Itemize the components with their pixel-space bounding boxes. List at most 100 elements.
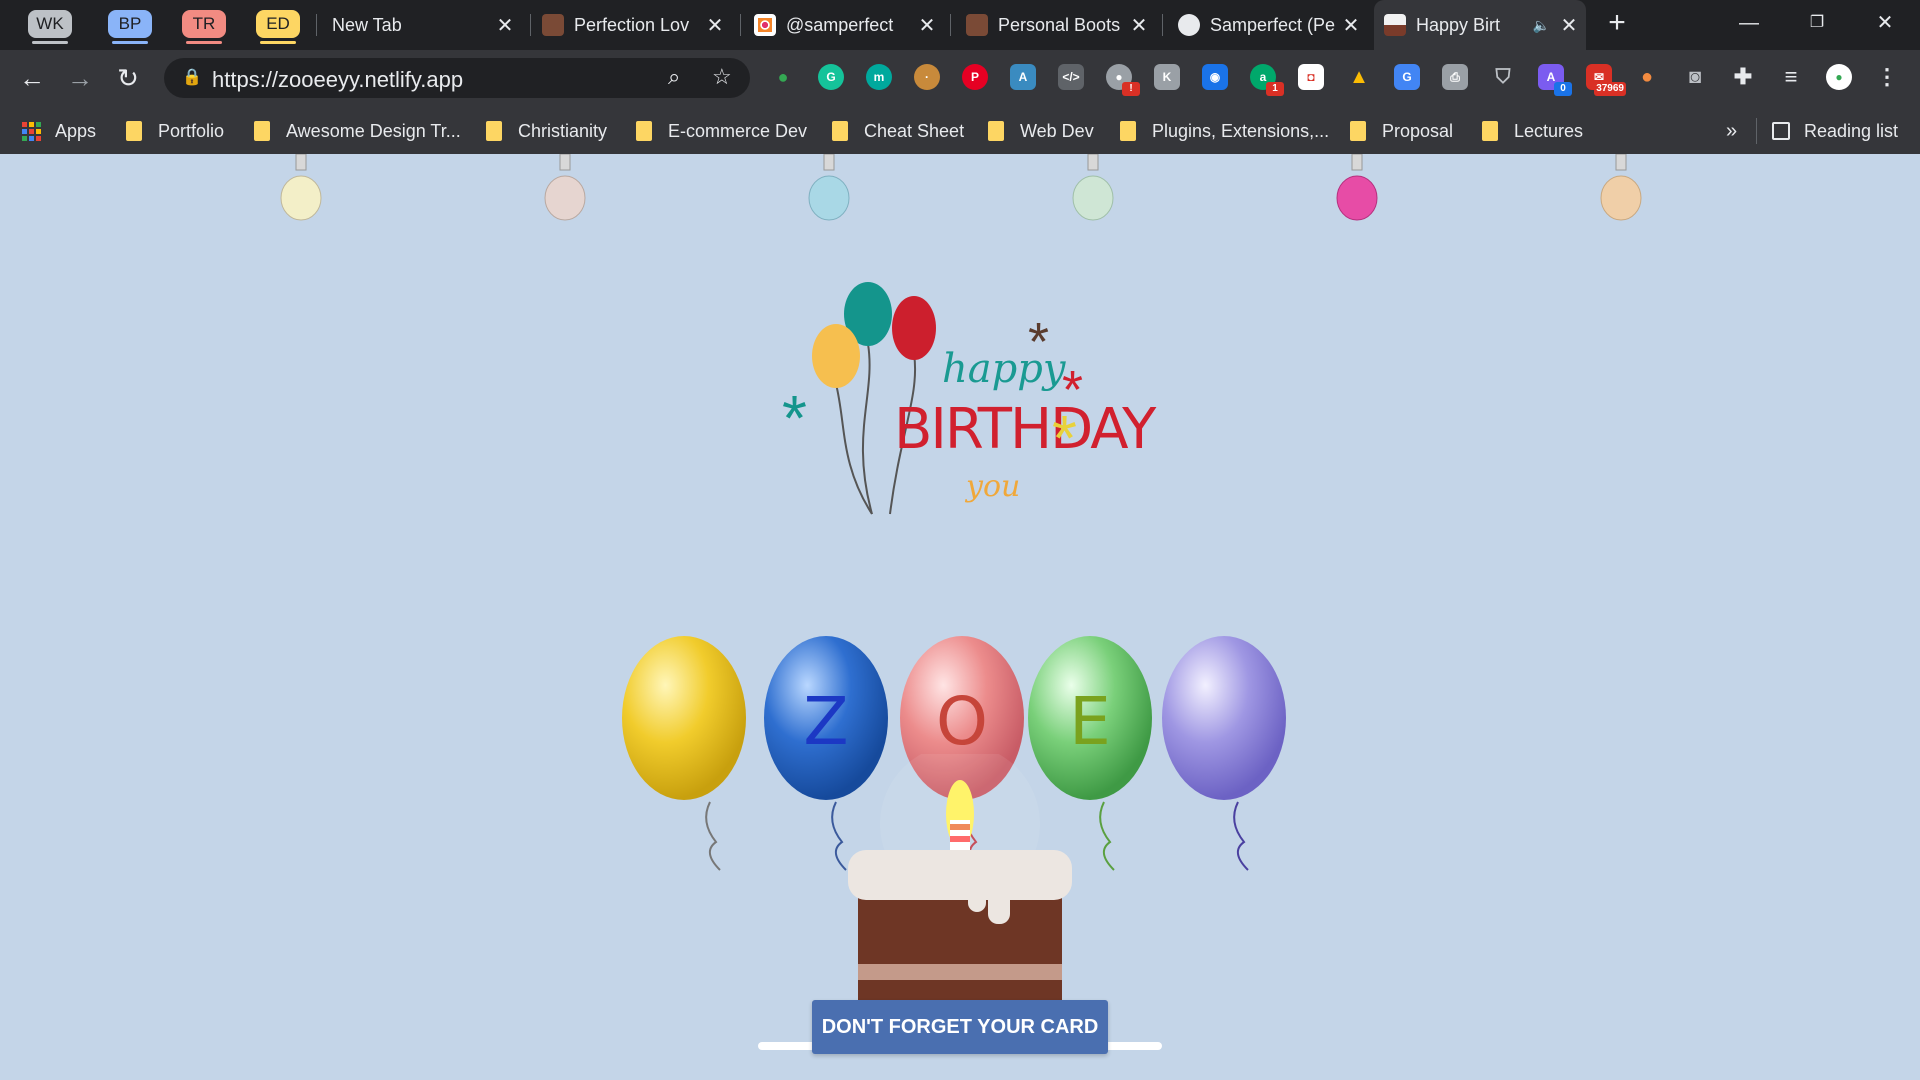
close-icon[interactable]: ✕ <box>704 13 726 38</box>
reload-icon[interactable]: ↻ <box>112 62 144 94</box>
extensions-puzzle-icon[interactable]: ✚ <box>1730 64 1756 90</box>
balloon-purple <box>1162 636 1286 871</box>
tab-title: New Tab <box>332 14 402 35</box>
code-icon[interactable]: </> <box>1058 64 1084 90</box>
asterisk-decoration: * <box>1052 402 1077 474</box>
tab-title: @samperfect <box>786 14 894 35</box>
folder-icon <box>1350 121 1366 141</box>
bookmark-label: Proposal <box>1382 120 1454 141</box>
zoom-icon[interactable]: ⌕ <box>668 64 680 90</box>
bookmark-folder[interactable]: Lectures <box>1482 118 1583 144</box>
badge: ! <box>1122 82 1140 96</box>
cake-icon <box>1384 14 1406 36</box>
tab-group-ed[interactable]: ED <box>256 10 300 44</box>
light-bulb-icon <box>544 154 586 221</box>
tab-group-wk[interactable]: WK <box>28 10 72 44</box>
camera-icon[interactable]: ◙ <box>1682 64 1708 90</box>
light-bulb-icon <box>1072 154 1114 221</box>
profile-photo-icon <box>966 14 988 36</box>
shield-icon[interactable]: ⛉ <box>1490 64 1516 90</box>
folder-icon <box>832 121 848 141</box>
card-button[interactable]: DON'T FORGET YOUR CARD <box>812 1000 1108 1054</box>
bookmark-folder[interactable]: E-commerce Dev <box>636 118 807 144</box>
extension-a-purple-icon[interactable]: A0 <box>1538 64 1572 96</box>
new-tab-button[interactable]: + <box>1594 6 1640 40</box>
tab-happy-birthday[interactable]: Happy Birt 🔈 ✕ <box>1374 0 1586 50</box>
tab-title: Samperfect (Pe <box>1210 14 1336 35</box>
asterisk-decoration: * <box>782 382 807 454</box>
location-icon[interactable]: ◉ <box>1202 64 1228 90</box>
extension-a-icon[interactable]: A <box>1010 64 1036 90</box>
cookie-icon[interactable]: · <box>914 64 940 90</box>
bookmark-folder[interactable]: Christianity <box>486 118 607 144</box>
pinterest-icon[interactable]: P <box>962 64 988 90</box>
reading-list-icon <box>1772 122 1790 140</box>
bookmark-label: Reading list <box>1804 120 1899 141</box>
light-bulb-icon <box>1336 154 1378 221</box>
bookmark-apps[interactable]: Apps <box>22 118 96 144</box>
extension-a-green-icon[interactable]: a1 <box>1250 64 1284 96</box>
balloon-letter-z: Z <box>803 683 848 760</box>
grammarly-icon[interactable]: G <box>818 64 844 90</box>
extension-record-icon[interactable]: ●! <box>1106 64 1140 96</box>
minimize-button[interactable]: — <box>1726 6 1772 40</box>
bookmark-label: Plugins, Extensions,... <box>1152 120 1330 141</box>
bookmark-folder[interactable]: Cheat Sheet <box>832 118 964 144</box>
extension-k-icon[interactable]: K <box>1154 64 1180 90</box>
address-bar[interactable]: 🔒 https://zooeeyy.netlify.app ⌕ ☆ <box>164 58 750 98</box>
bookmark-folder[interactable]: Awesome Design Tr... <box>254 118 461 144</box>
pocket-icon[interactable]: ◘ <box>1298 64 1324 90</box>
tab-group-bp[interactable]: BP <box>108 10 152 44</box>
print-icon[interactable]: ⎙ <box>1442 64 1468 90</box>
tab-group-label: WK <box>36 14 64 33</box>
badge: 37969 <box>1594 82 1626 96</box>
menu-dots-icon[interactable]: ⋮ <box>1874 64 1900 90</box>
tab-personal-boots[interactable]: Personal Boots ✕ <box>956 6 1156 44</box>
tab-perfection[interactable]: Perfection Lov ✕ <box>532 6 732 44</box>
speaker-muted-icon[interactable]: 🔈 <box>1533 17 1550 34</box>
extension-drop-icon[interactable]: ● <box>1634 64 1660 90</box>
bookmark-star-icon[interactable]: ☆ <box>712 64 732 90</box>
close-icon[interactable]: ✕ <box>1340 13 1362 38</box>
bookmark-folder[interactable]: Proposal <box>1350 118 1453 144</box>
bookmark-folder[interactable]: Web Dev <box>988 118 1094 144</box>
badge: 0 <box>1554 82 1572 96</box>
url-text[interactable]: https://zooeeyy.netlify.app <box>212 67 463 93</box>
instagram-icon <box>754 14 776 36</box>
balloon-letter-o: O <box>936 683 988 760</box>
restore-button[interactable]: ❐ <box>1794 6 1840 40</box>
close-icon[interactable]: ✕ <box>1558 13 1580 38</box>
close-icon[interactable]: ✕ <box>494 13 516 38</box>
more-bookmarks-button[interactable]: » <box>1726 118 1737 144</box>
bookmark-folder[interactable]: Plugins, Extensions,... <box>1120 118 1329 144</box>
extension-icon[interactable]: ● <box>770 64 796 90</box>
bookmark-folder[interactable]: Portfolio <box>126 118 224 144</box>
tab-title: Personal Boots <box>998 14 1121 35</box>
back-arrow-icon[interactable]: ← <box>16 62 48 94</box>
google-drive-icon[interactable]: ▲ <box>1346 64 1372 90</box>
close-icon[interactable]: ✕ <box>1128 13 1150 38</box>
close-window-button[interactable]: ✕ <box>1862 6 1908 40</box>
profile-photo-icon <box>542 14 564 36</box>
tab-title: Perfection Lov <box>574 14 690 35</box>
tab-group-label: ED <box>266 14 290 33</box>
bookmark-label: Portfolio <box>158 120 225 141</box>
light-bulb-icon <box>1600 154 1642 221</box>
bookmark-label: Web Dev <box>1020 120 1094 141</box>
close-icon[interactable]: ✕ <box>916 13 938 38</box>
forward-arrow-icon[interactable]: → <box>64 62 96 94</box>
profile-avatar[interactable]: ● <box>1826 64 1852 90</box>
media-control-icon[interactable]: ≡ <box>1778 64 1804 90</box>
tab-group-tr[interactable]: TR <box>182 10 226 44</box>
tab-samperfect-instagram[interactable]: @samperfect ✕ <box>744 6 944 44</box>
google-translate-icon[interactable]: G <box>1394 64 1420 90</box>
extension-m-icon[interactable]: m <box>866 64 892 90</box>
mail-icon[interactable]: ✉ 37969 <box>1586 64 1626 96</box>
tab-new-tab[interactable]: New Tab ✕ <box>322 6 522 44</box>
tab-group-label: TR <box>192 14 216 33</box>
tab-github[interactable]: Samperfect (Pe ✕ <box>1168 6 1368 44</box>
greeting-birthday: BIRTHDAY <box>894 397 1157 462</box>
reading-list-button[interactable]: Reading list <box>1772 118 1898 144</box>
lock-icon[interactable]: 🔒 <box>182 67 202 87</box>
light-bulb-icon <box>808 154 850 221</box>
